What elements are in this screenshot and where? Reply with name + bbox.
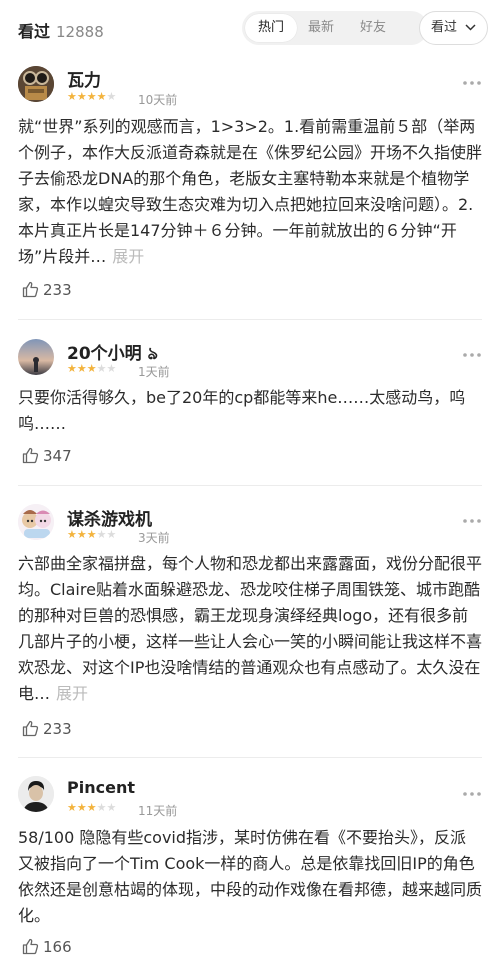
more-options-icon[interactable]: [462, 78, 482, 88]
username[interactable]: 谋杀游戏机: [67, 505, 152, 530]
watched-filter-dropdown[interactable]: 看过: [419, 11, 488, 45]
filter-label: 看过: [431, 20, 458, 35]
comment-text: 六部曲全家福拼盘，每个人物和恐龙都出来露露面，戏份分配很平均。Claire贴着水…: [18, 551, 482, 707]
cartoon-avatar-image: [18, 504, 54, 540]
divider: [18, 319, 482, 320]
rating-stars: ★★★★★: [67, 528, 117, 541]
tab-latest[interactable]: 最新: [295, 14, 347, 42]
more-options-icon[interactable]: [462, 350, 482, 360]
page-title: 看过 12888: [18, 18, 104, 42]
divider: [18, 757, 482, 758]
tab-hot[interactable]: 热门: [245, 14, 297, 42]
like-button[interactable]: 166: [22, 938, 72, 956]
expand-link[interactable]: 展开: [56, 684, 88, 703]
more-options-icon[interactable]: [462, 516, 482, 526]
comment-time: 10天前: [138, 93, 178, 107]
thumbs-up-icon: [22, 281, 39, 298]
divider: [18, 485, 482, 486]
sunset-avatar-image: [18, 339, 54, 375]
rating-stars: ★★★★★: [67, 362, 117, 375]
chevron-down-icon: [465, 24, 476, 31]
avatar[interactable]: [18, 339, 54, 375]
avatar[interactable]: [18, 776, 54, 812]
expand-link[interactable]: 展开: [112, 247, 144, 266]
comment-text-content: 就“世界”系列的观感而言，1>3>2。1.看前需重温前５部（举两个例子，本作大反…: [18, 117, 483, 266]
comment-time: 1天前: [138, 365, 170, 379]
comment-time: 3天前: [138, 531, 170, 545]
like-button[interactable]: 233: [22, 281, 72, 299]
comment-text-content: 六部曲全家福拼盘，每个人物和恐龙都出来露露面，戏份分配很平均。Claire贴着水…: [18, 554, 483, 703]
comment-text: 就“世界”系列的观感而言，1>3>2。1.看前需重温前５部（举两个例子，本作大反…: [18, 114, 482, 270]
rating-stars: ★★★★★: [67, 90, 117, 103]
rating-stars: ★★★★★: [67, 801, 117, 814]
like-count: 233: [43, 281, 72, 299]
thumbs-up-icon: [22, 447, 39, 464]
like-button[interactable]: 347: [22, 447, 72, 465]
comment-time: 11天前: [138, 804, 178, 818]
tab-friends[interactable]: 好友: [347, 14, 399, 42]
user-badge: ঌ: [147, 344, 158, 364]
like-count: 233: [43, 720, 72, 738]
comment-text: 58/100 隐隐有些covid指涉，某时仿佛在看《不要抬头》，反派又被指向了一…: [18, 828, 483, 925]
sort-tabs: 热门 最新 好友: [242, 11, 428, 45]
person-avatar-image: [18, 776, 54, 812]
page-title-label: 看过: [18, 22, 51, 41]
like-count: 347: [43, 447, 72, 465]
avatar[interactable]: [18, 66, 54, 102]
robot-avatar-image: [18, 66, 54, 102]
username[interactable]: Pincent: [67, 778, 135, 797]
more-options-icon[interactable]: [462, 789, 482, 799]
username[interactable]: 瓦力: [67, 66, 101, 91]
review-count: 12888: [56, 23, 104, 41]
comment-text: 只要你活得够久，be了20年的cp都能等来he……太感动鸟，呜呜……: [18, 388, 466, 433]
like-button[interactable]: 233: [22, 720, 72, 738]
thumbs-up-icon: [22, 938, 39, 955]
avatar[interactable]: [18, 504, 54, 540]
thumbs-up-icon: [22, 720, 39, 737]
header-bar: 看过 12888 热门 最新 好友 看过: [0, 0, 500, 57]
username-text: 20个小明: [67, 344, 142, 364]
like-count: 166: [43, 938, 72, 956]
